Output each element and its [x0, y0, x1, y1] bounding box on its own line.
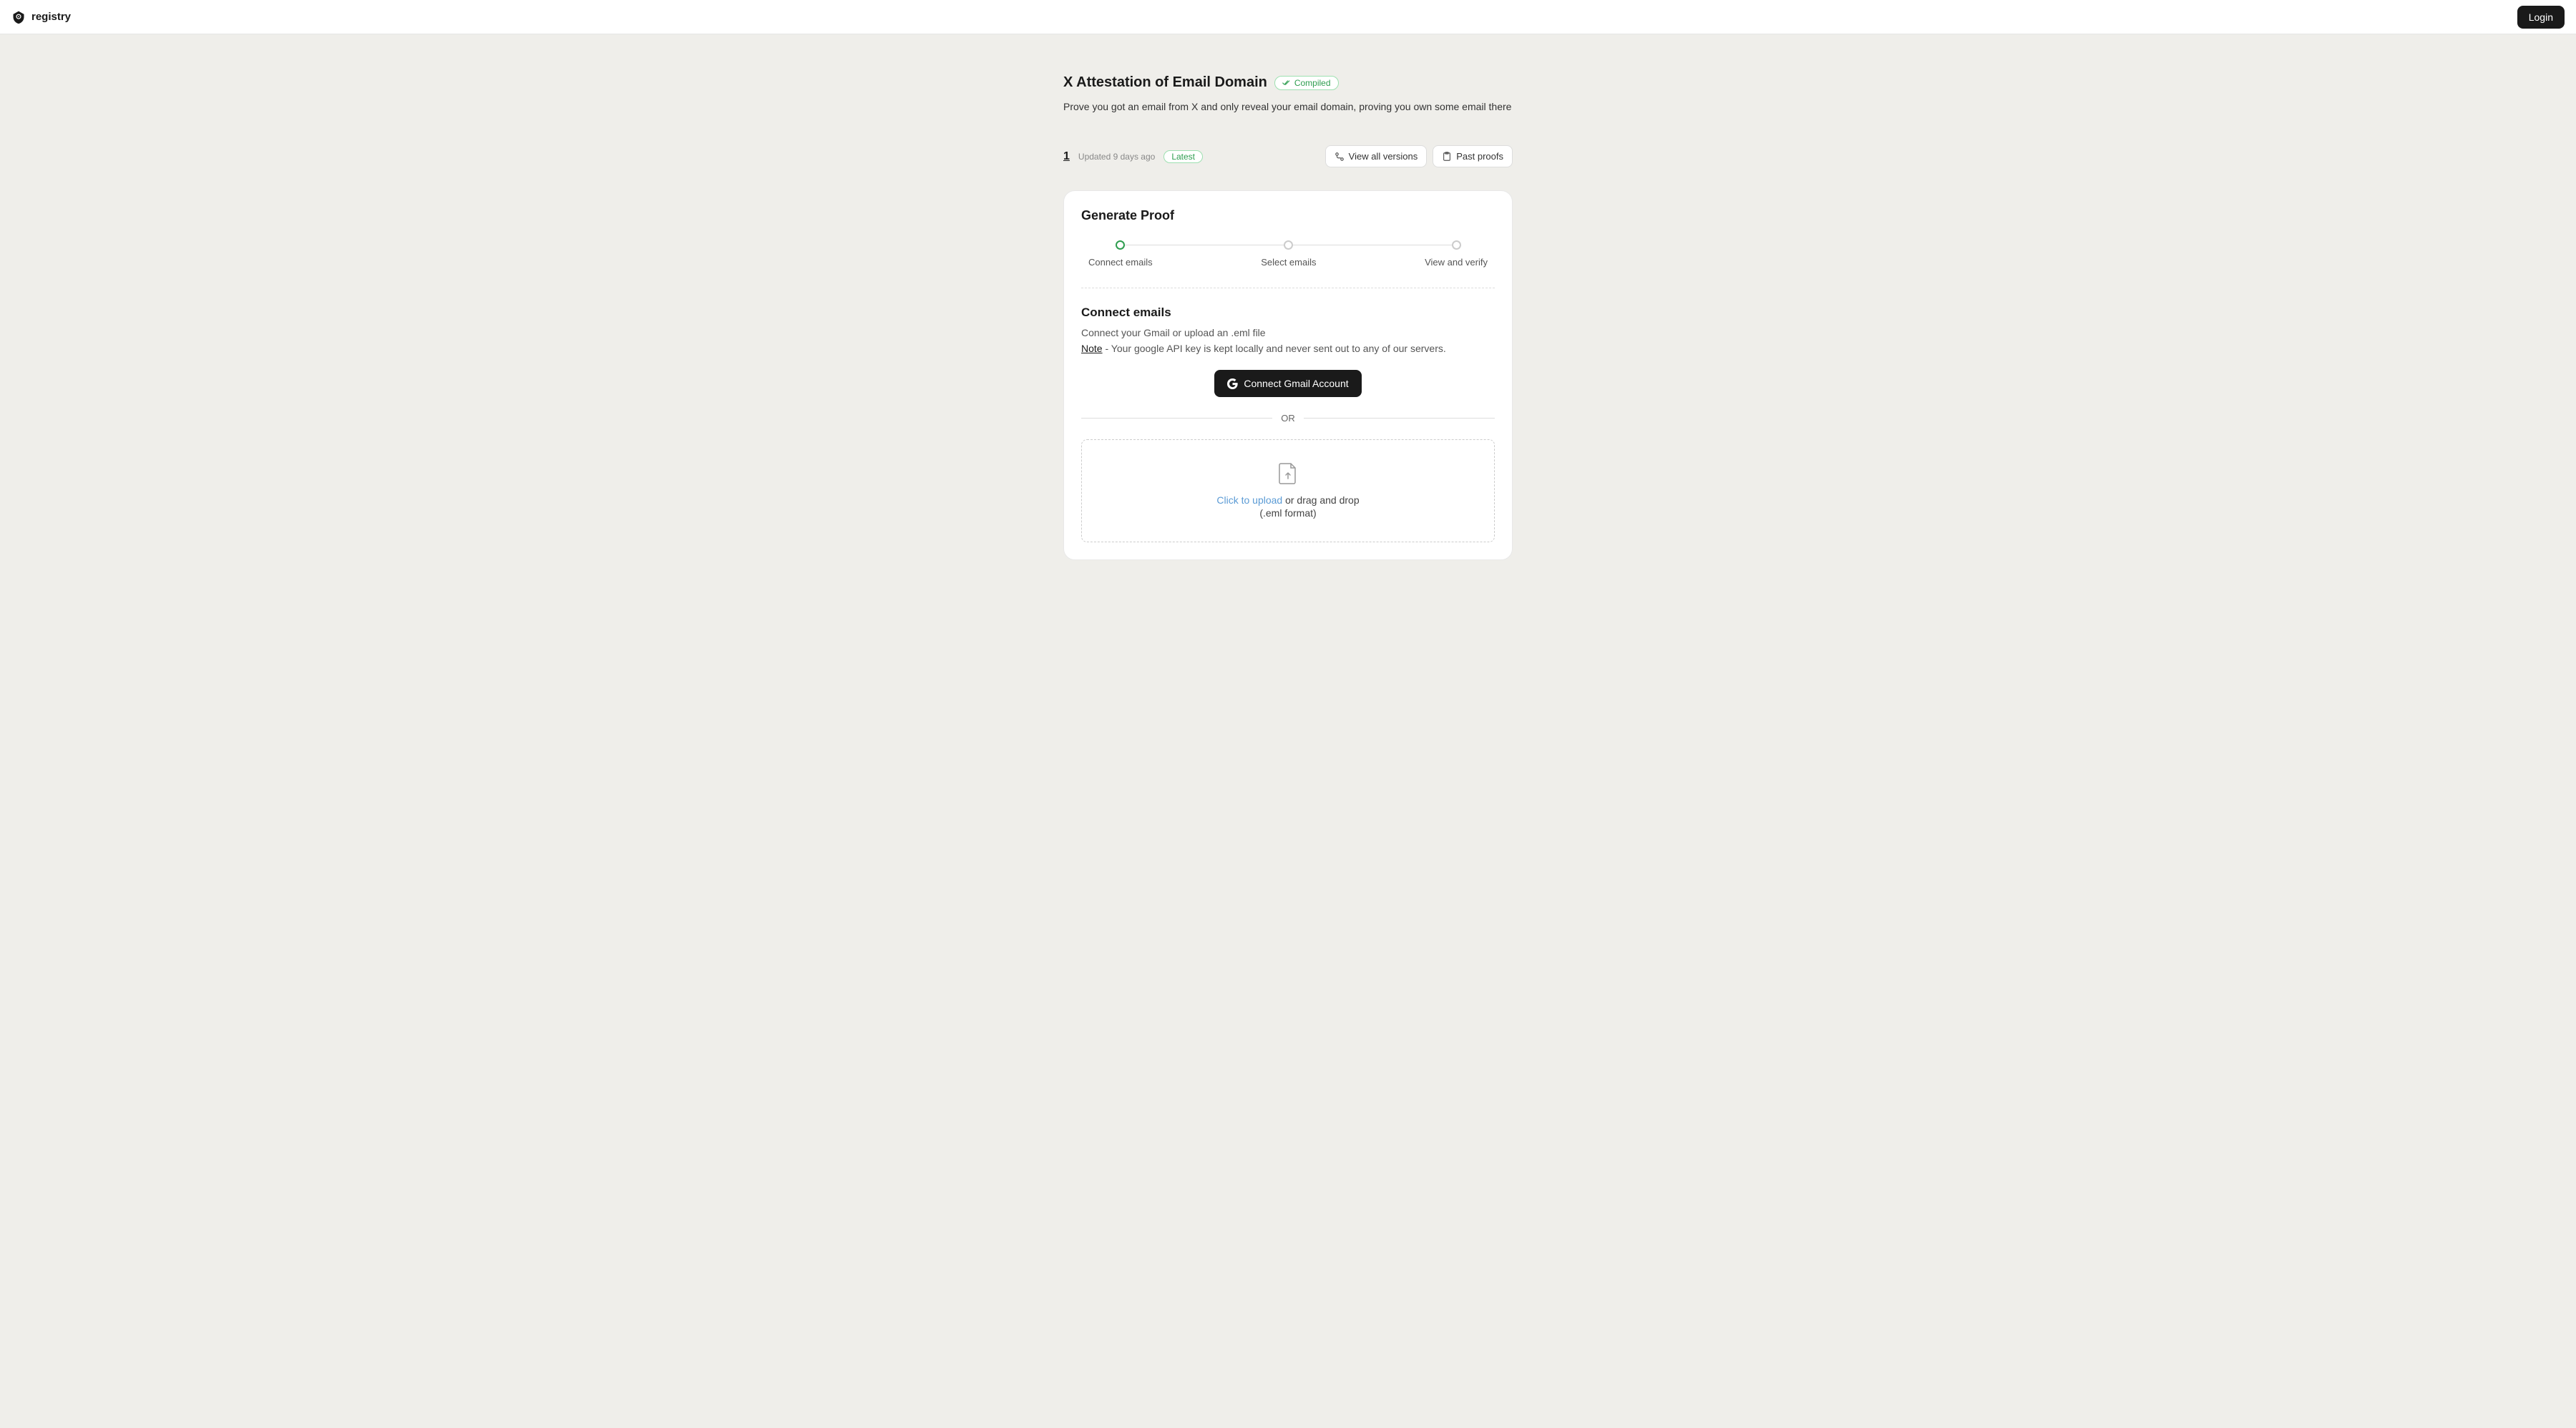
meta-left: 1 Updated 9 days ago Latest	[1063, 150, 1203, 163]
header: registry Login	[0, 0, 2576, 34]
page-subtitle: Prove you got an email from X and only r…	[1063, 101, 1513, 112]
step-dot-active	[1116, 240, 1125, 250]
or-line	[1081, 418, 1272, 419]
connect-title: Connect emails	[1081, 305, 1495, 320]
upload-dropzone[interactable]: Click to upload or drag and drop (.eml f…	[1081, 439, 1495, 542]
connect-gmail-button[interactable]: Connect Gmail Account	[1214, 370, 1361, 397]
upload-format: (.eml format)	[1096, 507, 1480, 519]
meta-right: View all versions Past proofs	[1325, 145, 1513, 167]
past-proofs-button[interactable]: Past proofs	[1433, 145, 1513, 167]
file-upload-icon	[1279, 463, 1297, 484]
connect-desc: Connect your Gmail or upload an .eml fil…	[1081, 327, 1495, 338]
upload-rest: or drag and drop	[1282, 494, 1359, 506]
note-label: Note	[1081, 343, 1103, 354]
step-dot	[1452, 240, 1461, 250]
page-title: X Attestation of Email Domain	[1063, 74, 1267, 91]
step-label: Connect emails	[1088, 257, 1153, 268]
compiled-badge: Compiled	[1274, 76, 1339, 90]
past-proofs-label: Past proofs	[1456, 151, 1503, 162]
view-versions-button[interactable]: View all versions	[1325, 145, 1428, 167]
git-icon	[1335, 152, 1345, 162]
main-content: X Attestation of Email Domain Compiled P…	[1063, 34, 1513, 589]
google-icon	[1227, 378, 1238, 389]
upload-text: Click to upload or drag and drop	[1096, 494, 1480, 506]
card-title: Generate Proof	[1081, 208, 1495, 223]
compiled-text: Compiled	[1294, 78, 1331, 88]
logo-icon	[11, 10, 26, 24]
generate-proof-card: Generate Proof Connect emails Select ema…	[1063, 190, 1513, 560]
step-verify: View and verify	[1425, 240, 1488, 268]
version-number[interactable]: 1	[1063, 150, 1070, 163]
step-label: Select emails	[1261, 257, 1316, 268]
step-dot	[1284, 240, 1293, 250]
stepper: Connect emails Select emails View and ve…	[1081, 240, 1495, 268]
updated-text: Updated 9 days ago	[1078, 152, 1155, 162]
meta-row: 1 Updated 9 days ago Latest View all ver…	[1063, 145, 1513, 167]
note-text: - Your google API key is kept locally an…	[1103, 343, 1446, 354]
gmail-btn-label: Connect Gmail Account	[1244, 378, 1348, 389]
logo-area[interactable]: registry	[11, 10, 71, 24]
login-button[interactable]: Login	[2517, 6, 2565, 29]
title-row: X Attestation of Email Domain Compiled	[1063, 74, 1513, 91]
brand-text: registry	[31, 11, 71, 23]
or-divider: OR	[1081, 413, 1495, 424]
step-select: Select emails	[1261, 240, 1316, 268]
or-text: OR	[1281, 413, 1295, 424]
view-versions-label: View all versions	[1349, 151, 1418, 162]
upload-link: Click to upload	[1216, 494, 1282, 506]
step-label: View and verify	[1425, 257, 1488, 268]
or-line	[1304, 418, 1495, 419]
step-connect: Connect emails	[1088, 240, 1153, 268]
check-icon	[1282, 79, 1291, 87]
clipboard-icon	[1442, 152, 1452, 162]
latest-badge: Latest	[1163, 150, 1203, 163]
connect-note: Note - Your google API key is kept local…	[1081, 343, 1495, 354]
